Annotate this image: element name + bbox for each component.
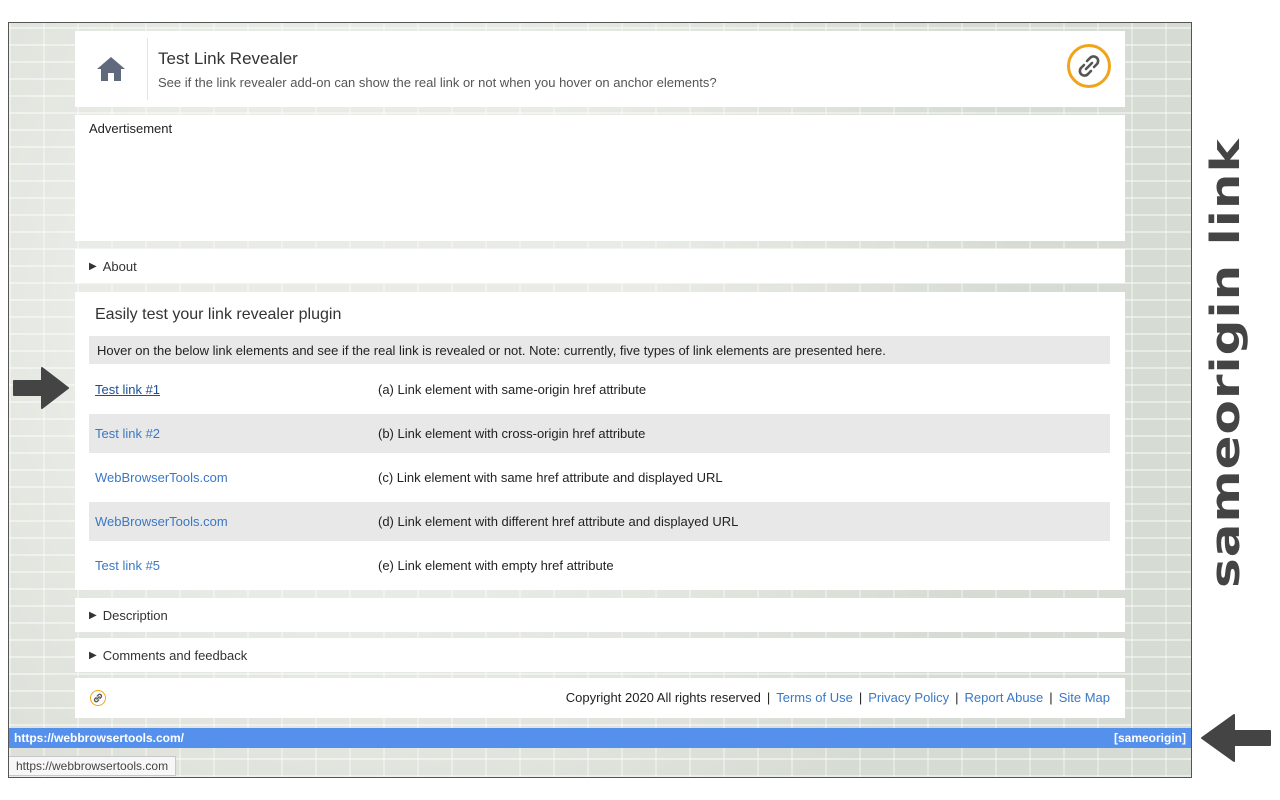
description-label: Description — [102, 607, 168, 623]
page-title: Test Link Revealer — [158, 48, 298, 68]
test-links-panel: Easily test your link revealer plugin Ho… — [75, 292, 1125, 590]
description-section-toggle[interactable]: ▶ Description — [75, 598, 1125, 632]
browser-url-tooltip: https://webbrowsertools.com — [9, 756, 177, 776]
site-map-link[interactable]: Site Map — [1059, 690, 1110, 705]
test-link-1[interactable]: Test link #1 — [95, 382, 378, 397]
privacy-policy-link[interactable]: Privacy Policy — [868, 690, 949, 705]
terms-of-use-link[interactable]: Terms of Use — [776, 690, 853, 705]
left-arrow-icon — [1201, 714, 1271, 762]
table-row: WebBrowserTools.com (c) Link element wit… — [89, 458, 1110, 497]
revealed-url: https://webbrowsertools.com/ — [14, 731, 185, 745]
link-type-tag: [sameorigin] — [1113, 731, 1186, 745]
expand-triangle-icon: ▶ — [89, 649, 97, 661]
browser-viewport: Test Link Revealer See if the link revea… — [8, 22, 1192, 778]
table-row: Test link #2 (b) Link element with cross… — [89, 414, 1110, 453]
advertisement-label: Advertisement — [89, 121, 173, 136]
about-label: About — [102, 258, 137, 274]
table-row: Test link #5 (e) Link element with empty… — [89, 546, 1110, 585]
site-logo[interactable] — [1067, 44, 1111, 88]
page-subtitle: See if the link revealer add-on can show… — [158, 74, 717, 90]
expand-triangle-icon: ▶ — [89, 260, 97, 272]
annotation-label: sameorigin link — [1202, 138, 1249, 588]
page-footer: Copyright 2020 All rights reserved | Terms… — [75, 678, 1125, 718]
footer-links: Copyright 2020 All rights reserved | Terms… — [565, 690, 1110, 705]
test-link-4[interactable]: WebBrowserTools.com — [95, 514, 378, 529]
test-link-5[interactable]: Test link #5 — [95, 558, 378, 573]
advertisement-panel: Advertisement — [75, 115, 1125, 241]
copyright-text: Copyright 2020 All rights reserved — [565, 690, 761, 705]
comments-section-toggle[interactable]: ▶ Comments and feedback — [75, 638, 1125, 672]
section-title: Easily test your link revealer plugin — [95, 306, 342, 323]
table-row: WebBrowserTools.com (d) Link element wit… — [89, 502, 1110, 541]
right-arrow-icon — [13, 367, 69, 409]
page-header: Test Link Revealer See if the link revea… — [75, 31, 1125, 107]
comments-label: Comments and feedback — [102, 647, 248, 663]
table-row: Test link #1 (a) Link element with same-… — [89, 370, 1110, 409]
home-icon — [97, 57, 125, 81]
row-description: (d) Link element with different href att… — [378, 514, 739, 529]
home-button[interactable] — [75, 38, 148, 100]
instruction-note: Hover on the below link elements and see… — [89, 336, 1110, 364]
test-link-2[interactable]: Test link #2 — [95, 426, 378, 441]
test-link-3[interactable]: WebBrowserTools.com — [95, 470, 378, 485]
row-description: (b) Link element with cross-origin href … — [378, 426, 646, 441]
link-revealer-statusbar: https://webbrowsertools.com/ [sameorigin… — [9, 728, 1191, 748]
report-abuse-link[interactable]: Report Abuse — [965, 690, 1044, 705]
link-chain-icon — [93, 693, 103, 703]
expand-triangle-icon: ▶ — [89, 609, 97, 621]
about-section-toggle[interactable]: ▶ About — [75, 249, 1125, 283]
footer-logo[interactable] — [90, 690, 106, 706]
row-description: (c) Link element with same href attribut… — [378, 470, 723, 485]
row-description: (a) Link element with same-origin href a… — [378, 382, 647, 397]
row-description: (e) Link element with empty href attribu… — [378, 558, 614, 573]
link-chain-icon — [1078, 55, 1100, 77]
